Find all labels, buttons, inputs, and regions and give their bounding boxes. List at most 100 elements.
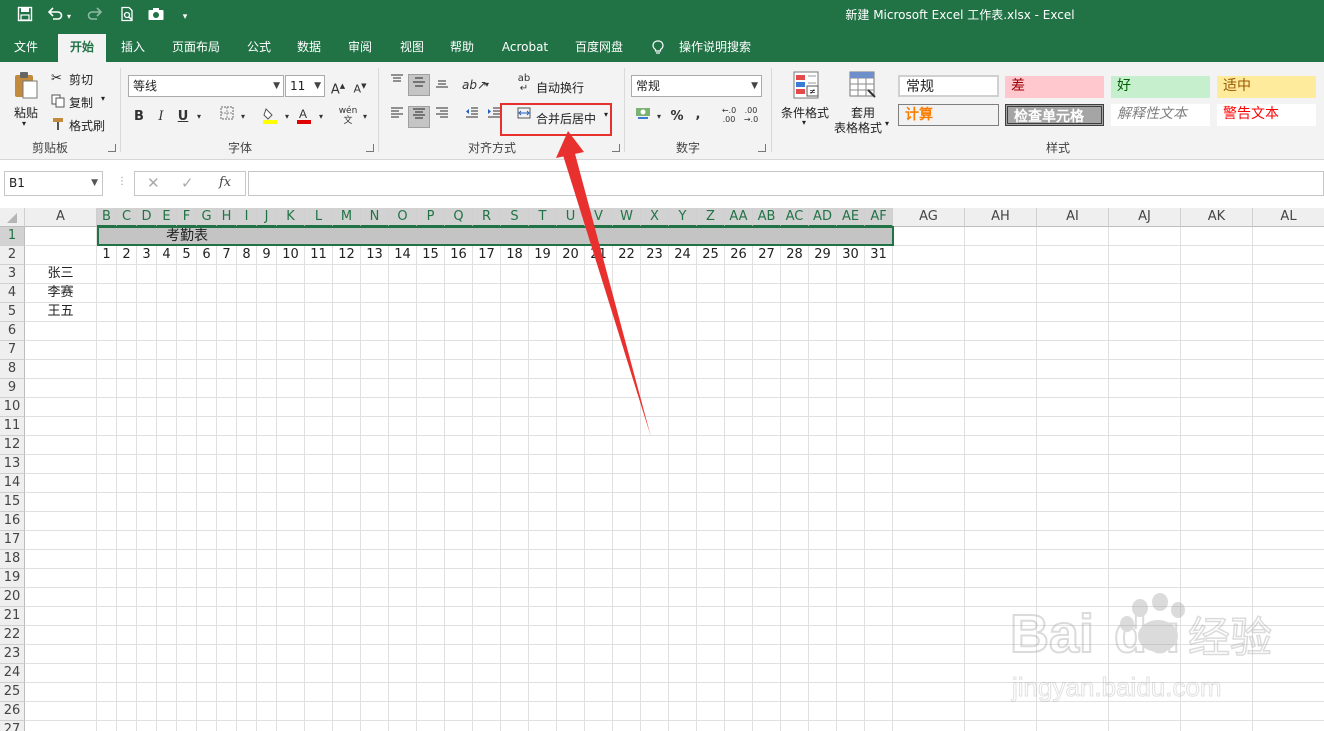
grid-cell[interactable] bbox=[669, 512, 697, 531]
grid-cell[interactable] bbox=[473, 398, 501, 417]
grid-cell[interactable] bbox=[417, 531, 445, 550]
day-number-cell[interactable]: 15 bbox=[417, 246, 445, 265]
grid-cell[interactable] bbox=[97, 607, 117, 626]
grid-cell[interactable] bbox=[965, 227, 1037, 246]
grid-cell[interactable] bbox=[753, 341, 781, 360]
row-header-12[interactable]: 12 bbox=[0, 436, 25, 455]
grid-cell[interactable] bbox=[473, 721, 501, 731]
grid-cell[interactable] bbox=[753, 360, 781, 379]
grid-cell[interactable] bbox=[473, 474, 501, 493]
column-header-z[interactable]: Z bbox=[697, 208, 725, 227]
grid-cell[interactable] bbox=[177, 360, 197, 379]
grid-cell[interactable] bbox=[97, 721, 117, 731]
grid-cell[interactable] bbox=[1109, 341, 1181, 360]
grid-cell[interactable] bbox=[837, 474, 865, 493]
grid-cell[interactable] bbox=[837, 569, 865, 588]
grid-cell[interactable] bbox=[669, 493, 697, 512]
grid-cell[interactable] bbox=[781, 550, 809, 569]
grid-cell[interactable] bbox=[257, 664, 277, 683]
grid-cell[interactable] bbox=[157, 664, 177, 683]
grid-cell[interactable] bbox=[965, 493, 1037, 512]
grid-cell[interactable] bbox=[1109, 303, 1181, 322]
grid-cell[interactable] bbox=[1181, 493, 1253, 512]
grid-cell[interactable] bbox=[725, 398, 753, 417]
day-number-cell[interactable]: 16 bbox=[445, 246, 473, 265]
grid-cell[interactable] bbox=[157, 721, 177, 731]
grid-cell[interactable] bbox=[641, 588, 669, 607]
grid-cell[interactable] bbox=[177, 607, 197, 626]
grid-cell[interactable] bbox=[1181, 227, 1253, 246]
day-number-cell[interactable]: 28 bbox=[781, 246, 809, 265]
grid-cell[interactable] bbox=[117, 360, 137, 379]
grid-cell[interactable] bbox=[557, 436, 585, 455]
day-number-cell[interactable]: 25 bbox=[697, 246, 725, 265]
grid-cell[interactable] bbox=[809, 265, 837, 284]
column-header-y[interactable]: Y bbox=[669, 208, 697, 227]
grid-cell[interactable] bbox=[217, 626, 237, 645]
grid-cell[interactable] bbox=[277, 379, 305, 398]
grid-cell[interactable] bbox=[585, 683, 613, 702]
grid-cell[interactable] bbox=[893, 360, 965, 379]
grid-cell[interactable] bbox=[641, 512, 669, 531]
grid-cell[interactable] bbox=[1037, 512, 1109, 531]
grid-cell[interactable] bbox=[237, 550, 257, 569]
phonetic-icon[interactable]: wén 文 bbox=[338, 106, 358, 128]
grid-cell[interactable] bbox=[1109, 531, 1181, 550]
grid-cell[interactable] bbox=[25, 550, 97, 569]
column-header-o[interactable]: O bbox=[389, 208, 417, 227]
grid-cell[interactable] bbox=[725, 531, 753, 550]
day-number-cell[interactable]: 13 bbox=[361, 246, 389, 265]
grid-cell[interactable] bbox=[613, 436, 641, 455]
column-header-m[interactable]: M bbox=[333, 208, 361, 227]
grid-cell[interactable] bbox=[669, 607, 697, 626]
grid-cell[interactable] bbox=[137, 474, 157, 493]
grid-cell[interactable] bbox=[417, 303, 445, 322]
grid-cell[interactable] bbox=[613, 664, 641, 683]
grid-cell[interactable] bbox=[893, 607, 965, 626]
grid-cell[interactable] bbox=[557, 664, 585, 683]
grid-cell[interactable] bbox=[585, 341, 613, 360]
grid-cell[interactable] bbox=[25, 360, 97, 379]
grid-cell[interactable] bbox=[585, 265, 613, 284]
grid-cell[interactable] bbox=[965, 455, 1037, 474]
row-header-15[interactable]: 15 bbox=[0, 493, 25, 512]
grid-cell[interactable] bbox=[1181, 341, 1253, 360]
grid-cell[interactable] bbox=[613, 360, 641, 379]
grid-cell[interactable] bbox=[529, 398, 557, 417]
grid-cell[interactable] bbox=[965, 265, 1037, 284]
grid-cell[interactable] bbox=[585, 284, 613, 303]
grid-cell[interactable] bbox=[529, 626, 557, 645]
grid-cell[interactable] bbox=[809, 493, 837, 512]
grid-cell[interactable] bbox=[697, 588, 725, 607]
grid-cell[interactable] bbox=[809, 721, 837, 731]
grid-cell[interactable] bbox=[501, 341, 529, 360]
grid-cell[interactable] bbox=[1181, 284, 1253, 303]
grid-cell[interactable] bbox=[217, 417, 237, 436]
grid-cell[interactable] bbox=[1109, 322, 1181, 341]
grid-cell[interactable] bbox=[725, 683, 753, 702]
grid-cell[interactable] bbox=[1253, 341, 1324, 360]
grid-cell[interactable] bbox=[445, 322, 473, 341]
grid-cell[interactable] bbox=[237, 512, 257, 531]
grid-cell[interactable] bbox=[157, 265, 177, 284]
grid-cell[interactable] bbox=[781, 664, 809, 683]
grid-cell[interactable] bbox=[333, 379, 361, 398]
grid-cell[interactable] bbox=[865, 493, 893, 512]
grid-cell[interactable] bbox=[837, 265, 865, 284]
grid-cell[interactable] bbox=[893, 341, 965, 360]
grid-cell[interactable] bbox=[97, 379, 117, 398]
grid-cell[interactable] bbox=[753, 436, 781, 455]
grid-cell[interactable] bbox=[1181, 303, 1253, 322]
grid-cell[interactable] bbox=[445, 702, 473, 721]
grid-cell[interactable] bbox=[965, 512, 1037, 531]
grid-cell[interactable] bbox=[117, 531, 137, 550]
grid-cell[interactable] bbox=[641, 417, 669, 436]
grid-cell[interactable] bbox=[305, 721, 333, 731]
grid-cell[interactable] bbox=[585, 398, 613, 417]
decrease-indent-icon[interactable] bbox=[462, 106, 482, 128]
grid-cell[interactable] bbox=[669, 550, 697, 569]
grid-cell[interactable] bbox=[557, 607, 585, 626]
style-neutral[interactable]: 适中 bbox=[1217, 76, 1316, 98]
grid-cell[interactable] bbox=[585, 626, 613, 645]
grid-cell[interactable] bbox=[277, 607, 305, 626]
